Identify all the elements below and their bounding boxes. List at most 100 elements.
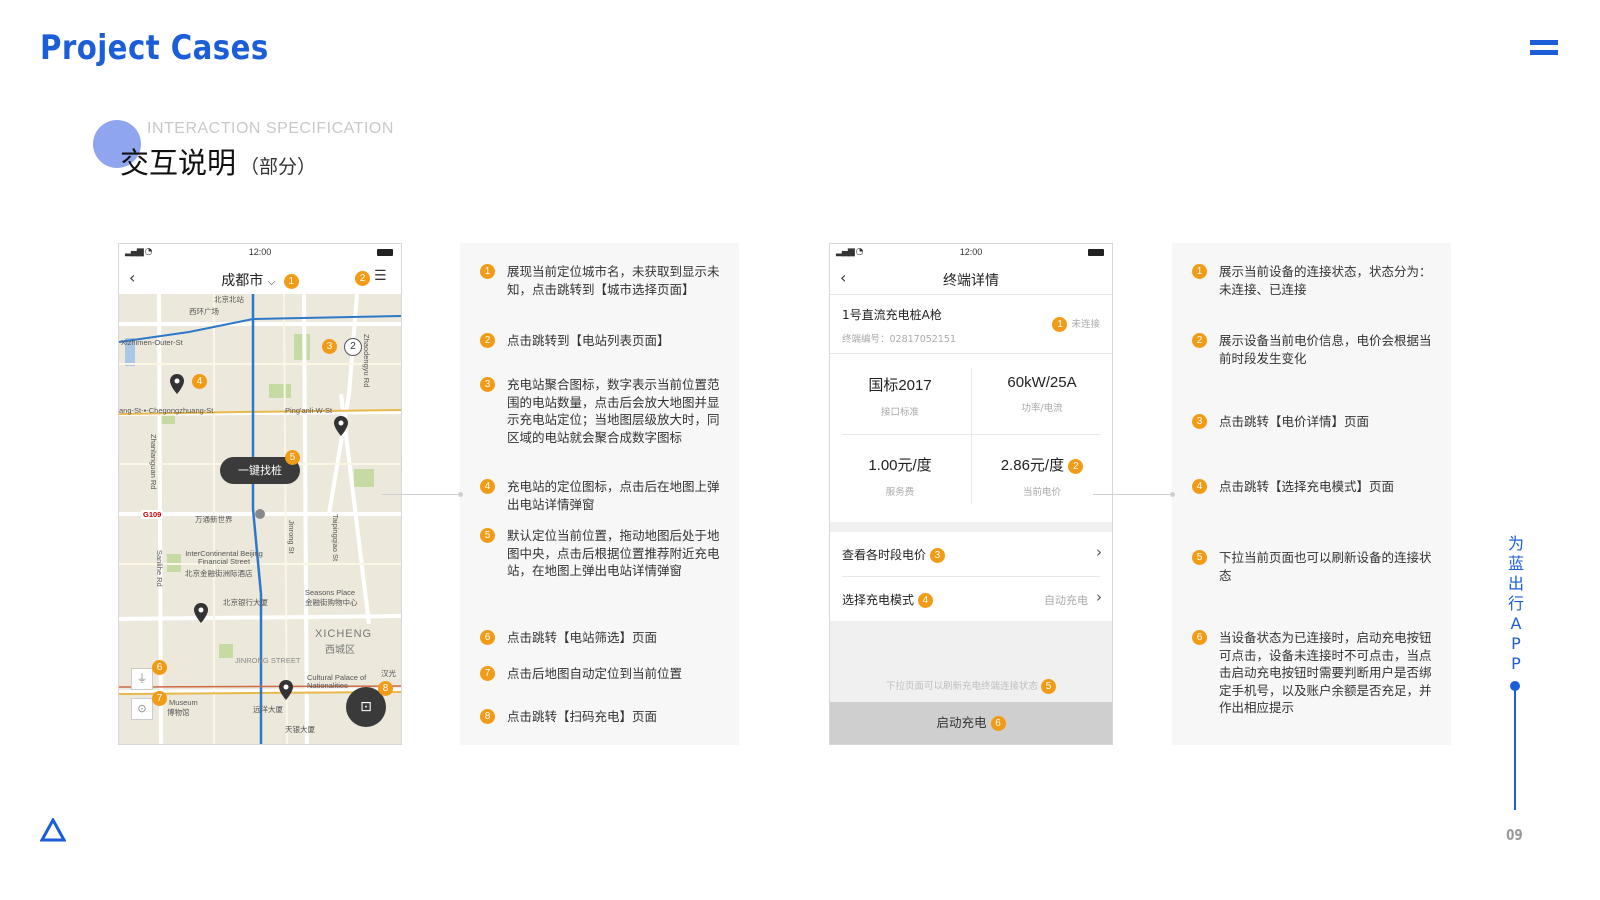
terminal-code: 终端编号：02817052151 <box>842 334 956 345</box>
connector-dot <box>1170 492 1175 497</box>
badge-4: 4 <box>192 374 207 389</box>
badge-1: 1 <box>1052 317 1068 332</box>
desc-badge: 6 <box>1192 630 1207 645</box>
locate-icon[interactable]: ⊙ <box>131 698 153 720</box>
desc-item: 6 当设备状态为已连接时，启动充电按钮可点击，设备未连接时不可点击，当点击启动充电… <box>1192 629 1432 717</box>
spec-interface: 国标2017 接口标准 <box>830 374 970 418</box>
desc-badge: 1 <box>480 264 495 279</box>
desc-item: 4 点击跳转【选择充电模式】页面 <box>1192 478 1432 496</box>
desc-item: 3 点击跳转【电价详情】页面 <box>1192 413 1432 431</box>
desc-badge: 3 <box>1192 414 1207 429</box>
connector-line <box>1093 494 1172 495</box>
spec-power: 60kW/25A 功率/电流 <box>972 374 1112 414</box>
map-label: Ping'anli-W-St <box>285 406 333 415</box>
price-detail-row[interactable]: 查看各时段电价 3 › <box>830 532 1112 576</box>
desc-item: 5 下拉当前页面也可以刷新设备的连接状态 <box>1192 549 1432 584</box>
map-label: 博物馆 <box>167 708 190 717</box>
map-label: 万通新世界 <box>195 515 233 524</box>
city-name[interactable]: 成都市 <box>221 273 263 289</box>
row-label: 查看各时段电价 3 <box>842 546 945 563</box>
station-cluster[interactable]: 2 <box>344 338 362 356</box>
map-label: G109 <box>141 510 164 519</box>
section-title-main: 交互说明 <box>120 146 237 180</box>
chevron-right-icon: › <box>1096 588 1102 606</box>
badge-6: 6 <box>990 716 1006 731</box>
desc-badge: 2 <box>480 333 495 348</box>
map-label: 汉光 <box>381 669 396 678</box>
filter-icon[interactable]: ⏚ <box>131 668 153 690</box>
map-label: Zhanlanguan Rd <box>149 434 158 490</box>
desc-text: 点击跳转【电价详情】页面 <box>1219 414 1370 429</box>
battery-icon <box>377 249 393 256</box>
pull-refresh-hint: 下拉页面可以刷新充电终端连接状态 5 <box>830 678 1112 694</box>
spec-value: 60kW/25A <box>1007 374 1077 391</box>
map-pin-icon[interactable] <box>170 374 184 394</box>
map-label: 金融街购物中心 <box>305 598 358 607</box>
section-title-note: （部分） <box>240 156 317 178</box>
spec-label: 服务费 <box>885 487 915 498</box>
map-label: 北京银行大厦 <box>223 598 268 607</box>
row-label: 选择充电模式 4 <box>842 591 933 608</box>
badge-7: 7 <box>152 691 167 706</box>
desc-badge: 2 <box>1192 333 1207 348</box>
badge-4: 4 <box>917 593 933 608</box>
map-nav-bar: ‹ 成都市 ⌵ 1 2 ☰ <box>119 262 401 294</box>
divider <box>830 294 1112 295</box>
desc-text: 点击跳转到【电站列表页面】 <box>507 333 670 348</box>
section-gap <box>830 522 1112 532</box>
connector-line <box>382 494 460 495</box>
status-time: 12:00 <box>248 247 272 257</box>
map-pin-icon[interactable] <box>279 680 293 700</box>
map-label: InterContinental Beijing Financial Stree… <box>185 549 263 566</box>
desc-badge: 4 <box>480 479 495 494</box>
phone-detail-screen: ▂▄▆ ◔ 12:00 ‹ 终端详情 1号直流充电桩A枪 终端编号：028170… <box>829 243 1113 745</box>
map-label: Seasons Place <box>305 588 356 597</box>
pull-hint-text: 下拉页面可以刷新充电终端连接状态 <box>885 681 1038 692</box>
page-title: 终端详情 <box>943 273 999 289</box>
section-title-cn: 交互说明 （部分） <box>120 140 316 182</box>
desc-badge: 7 <box>480 666 495 681</box>
charge-mode-row[interactable]: 选择充电模式 4 自动充电 › <box>830 577 1112 621</box>
divider <box>830 353 1112 354</box>
map-pin-icon[interactable] <box>194 603 208 623</box>
charge-mode-label: 选择充电模式 <box>842 593 915 607</box>
desc-badge: 3 <box>480 377 495 392</box>
map-label: 远洋大厦 <box>253 705 283 714</box>
desc-text: 点击跳转【扫码充电】页面 <box>507 709 658 724</box>
spec-label: 当前电价 <box>1022 487 1061 498</box>
badge-6: 6 <box>152 660 167 675</box>
badge-8: 8 <box>378 681 393 696</box>
triangle-logo-icon <box>40 818 66 842</box>
map-view[interactable]: 北京北站 西环广场 Xizhimen-Outer-St ang-St-▪-Che… <box>119 294 401 744</box>
current-price-value: 2.86元/度 <box>1000 457 1065 474</box>
map-label: 西环广场 <box>189 307 219 316</box>
map-label: JINRONG STREET <box>235 656 301 665</box>
desc-badge: 4 <box>1192 479 1207 494</box>
status-bar: ▂▄▆ ◔ 12:00 <box>830 244 1112 262</box>
desc-item: 2 点击跳转到【电站列表页面】 <box>480 332 720 350</box>
status-bar: ▂▄▆ ◔ 12:00 <box>119 244 401 262</box>
map-label: Museum <box>169 698 198 707</box>
page-number: 09 <box>1506 826 1523 844</box>
list-icon[interactable]: ☰ <box>374 268 387 284</box>
phone-map-screen: ▂▄▆ ◔ 12:00 ‹ 成都市 ⌵ 1 2 ☰ 北京北站 西环广场 Xizh… <box>118 243 402 745</box>
hamburger-menu-icon[interactable] <box>1530 40 1558 60</box>
terminal-name: 1号直流充电桩A枪 <box>842 308 942 322</box>
badge-2: 2 <box>355 271 370 286</box>
spec-value: 国标2017 <box>868 377 932 394</box>
desc-badge: 5 <box>1192 550 1207 565</box>
desc-badge: 1 <box>1192 264 1207 279</box>
map-label: Xizhimen-Outer-St <box>121 338 183 347</box>
desc-badge: 8 <box>480 709 495 724</box>
desc-panel-left: 1 展现当前定位城市名，未获取到显示未知，点击跳转到【城市选择页面】 2 点击跳转到… <box>460 243 739 745</box>
badge-5: 5 <box>1041 679 1057 694</box>
desc-badge: 6 <box>480 630 495 645</box>
desc-text: 当设备状态为已连接时，启动充电按钮可点击，设备未连接时不可点击，当点击启动充电按… <box>1219 630 1432 715</box>
map-pin-icon[interactable] <box>334 416 348 436</box>
map-label: Taipingqiao St <box>331 514 340 562</box>
chevron-right-icon: › <box>1096 543 1102 561</box>
start-charging-button[interactable]: 启动充电 6 <box>830 702 1112 744</box>
badge-3: 3 <box>322 339 337 354</box>
desc-text: 充电站聚合图标，数字表示当前位置范围的电站数量，点击后会放大地图并显示充电站定位… <box>507 377 720 445</box>
connector-dot <box>458 492 463 497</box>
